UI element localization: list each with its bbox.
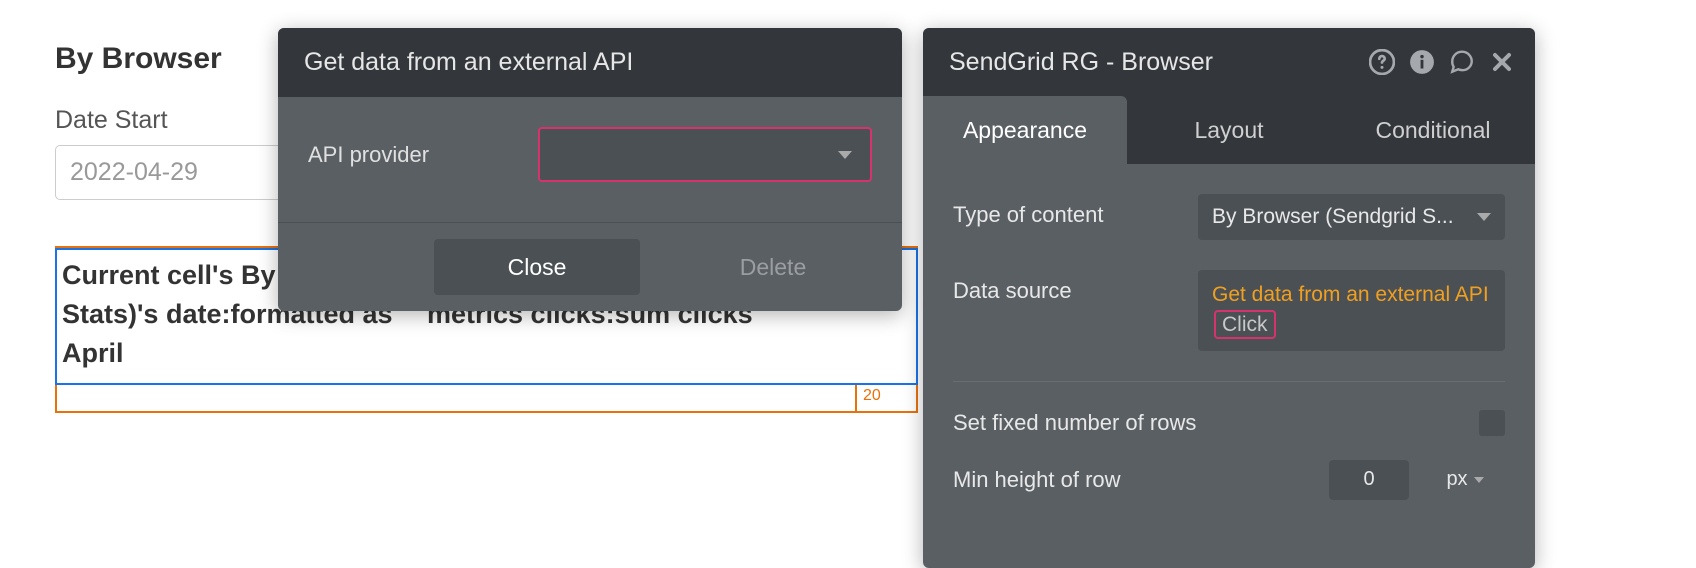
panel-title[interactable]: SendGrid RG - Browser xyxy=(949,48,1369,77)
chevron-down-icon xyxy=(1477,213,1491,221)
divider xyxy=(953,381,1505,382)
info-icon[interactable] xyxy=(1409,49,1435,75)
api-provider-select[interactable] xyxy=(538,127,872,182)
tab-layout[interactable]: Layout xyxy=(1127,96,1331,164)
chevron-down-icon xyxy=(1474,477,1484,483)
fixed-rows-label: Set fixed number of rows xyxy=(953,410,1479,436)
help-icon[interactable] xyxy=(1369,49,1395,75)
close-button[interactable]: Close xyxy=(434,239,640,295)
data-source-expression[interactable]: Get data from an external API Click xyxy=(1198,270,1505,351)
date-start-label: Date Start xyxy=(55,106,315,135)
property-panel: SendGrid RG - Browser Appearance Layout … xyxy=(923,28,1535,568)
min-height-input[interactable] xyxy=(1329,460,1409,500)
modal-title[interactable]: Get data from an external API xyxy=(278,28,902,97)
background-content: By Browser Date Start xyxy=(55,42,315,200)
comment-icon[interactable] xyxy=(1449,49,1475,75)
type-of-content-value: By Browser (Sendgrid S... xyxy=(1212,205,1454,229)
delete-button[interactable]: Delete xyxy=(670,239,876,295)
tab-appearance[interactable]: Appearance xyxy=(923,96,1127,164)
min-height-unit-value: px xyxy=(1446,468,1467,491)
min-height-label: Min height of row xyxy=(953,467,1329,493)
min-height-unit-select[interactable]: px xyxy=(1425,460,1505,500)
data-source-value: Get data from an external API xyxy=(1212,283,1489,306)
date-start-input[interactable] xyxy=(55,145,315,200)
section-heading: By Browser xyxy=(55,42,315,76)
type-of-content-label: Type of content xyxy=(953,194,1198,228)
fixed-rows-checkbox[interactable] xyxy=(1479,410,1505,436)
data-source-click-token[interactable]: Click xyxy=(1214,310,1276,339)
close-icon[interactable] xyxy=(1489,49,1515,75)
row-height-indicator: 20 xyxy=(857,385,916,411)
api-provider-label: API provider xyxy=(308,142,538,168)
type-of-content-select[interactable]: By Browser (Sendgrid S... xyxy=(1198,194,1505,240)
data-source-label: Data source xyxy=(953,270,1198,304)
tab-conditional[interactable]: Conditional xyxy=(1331,96,1535,164)
chevron-down-icon xyxy=(838,151,852,159)
api-data-modal: Get data from an external API API provid… xyxy=(278,28,902,311)
